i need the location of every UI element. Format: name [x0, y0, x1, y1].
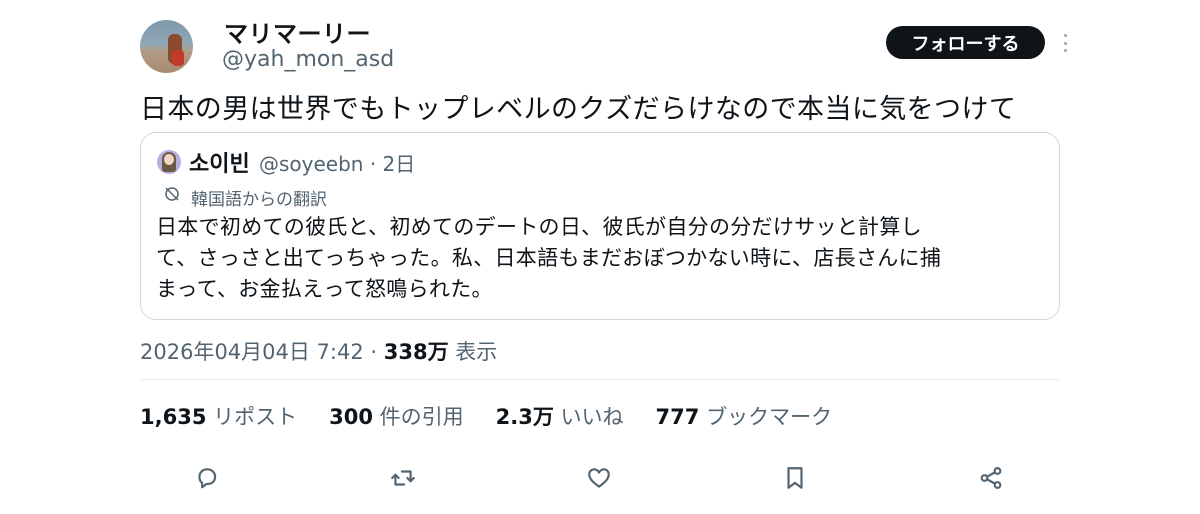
meta-separator: ·	[363, 340, 384, 364]
action-bar	[0, 462, 1200, 498]
quote-handle-time: @soyeebn · 2日	[259, 152, 416, 176]
tweet-text: 日本の男は世界でもトップレベルのクズだらけなので本当に気をつけて	[140, 94, 1017, 125]
quoted-tweet[interactable]: 소이빈 @soyeebn · 2日 韓国語からの翻訳 日本で初めての彼氏と、初め…	[140, 132, 1060, 320]
stat-quotes[interactable]: 300 件の引用	[329, 401, 464, 431]
quote-line: て、さっさと出てっちゃった。私、日本語もまだおぼつかない時に、店長さんに捕	[156, 246, 942, 270]
quote-line: まって、お金払えって怒鳴られた。	[156, 277, 493, 301]
reply-button[interactable]	[191, 462, 223, 494]
author-avatar[interactable]	[140, 20, 193, 73]
reply-icon	[198, 468, 217, 489]
engagement-stats: 1,635 リポスト 300 件の引用 2.3万 いいね 777 ブックマーク	[140, 401, 864, 431]
translation-label[interactable]: 韓国語からの翻訳	[191, 185, 327, 210]
stat-bookmarks[interactable]: 777 ブックマーク	[656, 401, 833, 431]
quote-display-name[interactable]: 소이빈	[189, 146, 250, 178]
share-button[interactable]	[975, 462, 1007, 494]
avatar-figure-accent	[172, 50, 184, 66]
repost-button[interactable]	[387, 462, 419, 494]
like-icon	[588, 468, 610, 488]
stat-likes[interactable]: 2.3万 いいね	[496, 401, 624, 431]
follow-button[interactable]: フォローする	[886, 26, 1045, 59]
views-count: 338万	[383, 340, 449, 364]
timestamp[interactable]: 2026年04月04日 7:42	[140, 340, 364, 364]
bookmark-icon	[787, 467, 803, 489]
like-button[interactable]	[583, 462, 615, 494]
bookmark-button[interactable]	[779, 462, 811, 494]
translate-icon	[165, 187, 179, 201]
quote-body: 日本で初めての彼氏と、初めてのデートの日、彼氏が自分の分だけサッと計算し て、さ…	[156, 212, 1046, 305]
tweet-meta: 2026年04月04日 7:42 · 338万 表示	[140, 336, 497, 366]
author-handle[interactable]: @yah_mon_asd	[222, 47, 394, 72]
more-icon[interactable]	[1058, 30, 1072, 56]
quote-line: 日本で初めての彼氏と、初めてのデートの日、彼氏が自分の分だけサッと計算し	[156, 215, 922, 239]
repost-icon	[391, 470, 415, 486]
stat-reposts[interactable]: 1,635 リポスト	[140, 401, 297, 431]
share-icon	[980, 467, 1002, 489]
divider	[140, 379, 1060, 380]
author-display-name[interactable]: マリマーリー	[224, 14, 371, 49]
quote-avatar[interactable]	[157, 150, 181, 174]
views-label: 表示	[448, 340, 498, 364]
